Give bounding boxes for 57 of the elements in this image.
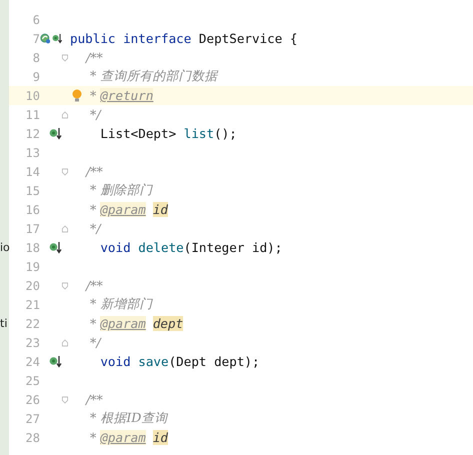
code-line: * 新增部门 xyxy=(89,296,152,313)
line-number: 6 xyxy=(32,12,40,26)
lightbulb-icon[interactable] xyxy=(72,89,82,102)
code-line: */ xyxy=(89,335,101,350)
code-line: void save(Dept dept); xyxy=(99,354,260,369)
line-number: 16 xyxy=(24,202,40,216)
line-number: 11 xyxy=(24,108,40,122)
line-number: 8 xyxy=(32,50,40,64)
line-number: 13 xyxy=(24,146,40,160)
fold-marker-icon[interactable] xyxy=(62,110,68,120)
code-line: * @param dept xyxy=(89,316,184,331)
code-line: /** xyxy=(84,164,103,179)
code-line: public interface DeptService { xyxy=(70,31,298,46)
line-number: 9 xyxy=(32,70,40,84)
fold-marker-icon[interactable] xyxy=(62,166,68,176)
bean-icon[interactable] xyxy=(40,32,50,45)
line-number: 18 xyxy=(24,240,40,254)
panel-text: io xyxy=(0,241,10,254)
line-number: 25 xyxy=(24,374,40,388)
panel-text: ti xyxy=(0,317,8,330)
code-line: * 根据ID查询 xyxy=(89,410,168,427)
code-line: */ xyxy=(89,107,101,122)
line-number: 7 xyxy=(32,32,40,46)
code-line: void delete(Integer id); xyxy=(99,240,282,255)
implemented-icon[interactable] xyxy=(49,355,62,368)
line-number: 15 xyxy=(24,184,40,198)
line-number: 27 xyxy=(24,412,40,426)
code-line: * @return xyxy=(89,88,154,103)
line-number: 24 xyxy=(24,354,40,368)
line-number: 10 xyxy=(24,88,40,102)
line-number: 19 xyxy=(24,260,40,274)
fold-marker-icon[interactable] xyxy=(62,224,68,234)
line-number: 14 xyxy=(24,164,40,178)
line-number: 28 xyxy=(24,430,40,444)
code-line: */ xyxy=(89,221,101,236)
fold-marker-icon[interactable] xyxy=(62,338,68,348)
fold-marker-icon[interactable] xyxy=(62,394,68,404)
implemented-icon[interactable] xyxy=(49,241,62,254)
line-number: 21 xyxy=(24,298,40,312)
implemented-icon[interactable] xyxy=(49,127,62,140)
code-line: * 删除部门 xyxy=(89,182,152,199)
line-number: 20 xyxy=(24,278,40,292)
implemented-icon[interactable] xyxy=(52,32,62,45)
line-number: 12 xyxy=(24,126,40,140)
line-number: 23 xyxy=(24,336,40,350)
code-line: /** xyxy=(84,278,103,293)
code-line: List<Dept> list(); xyxy=(99,126,237,141)
fold-marker-icon[interactable] xyxy=(62,280,68,290)
code-line: * 查询所有的部门数据 xyxy=(89,68,218,85)
code-line: /** xyxy=(84,50,103,65)
line-number: 26 xyxy=(24,392,40,406)
code-line: /** xyxy=(84,392,103,407)
line-number: 17 xyxy=(24,222,40,236)
code-line: * @param id xyxy=(89,430,168,445)
code-line: * @param id xyxy=(89,202,168,217)
fold-marker-icon[interactable] xyxy=(62,52,68,62)
line-number: 22 xyxy=(24,316,40,330)
